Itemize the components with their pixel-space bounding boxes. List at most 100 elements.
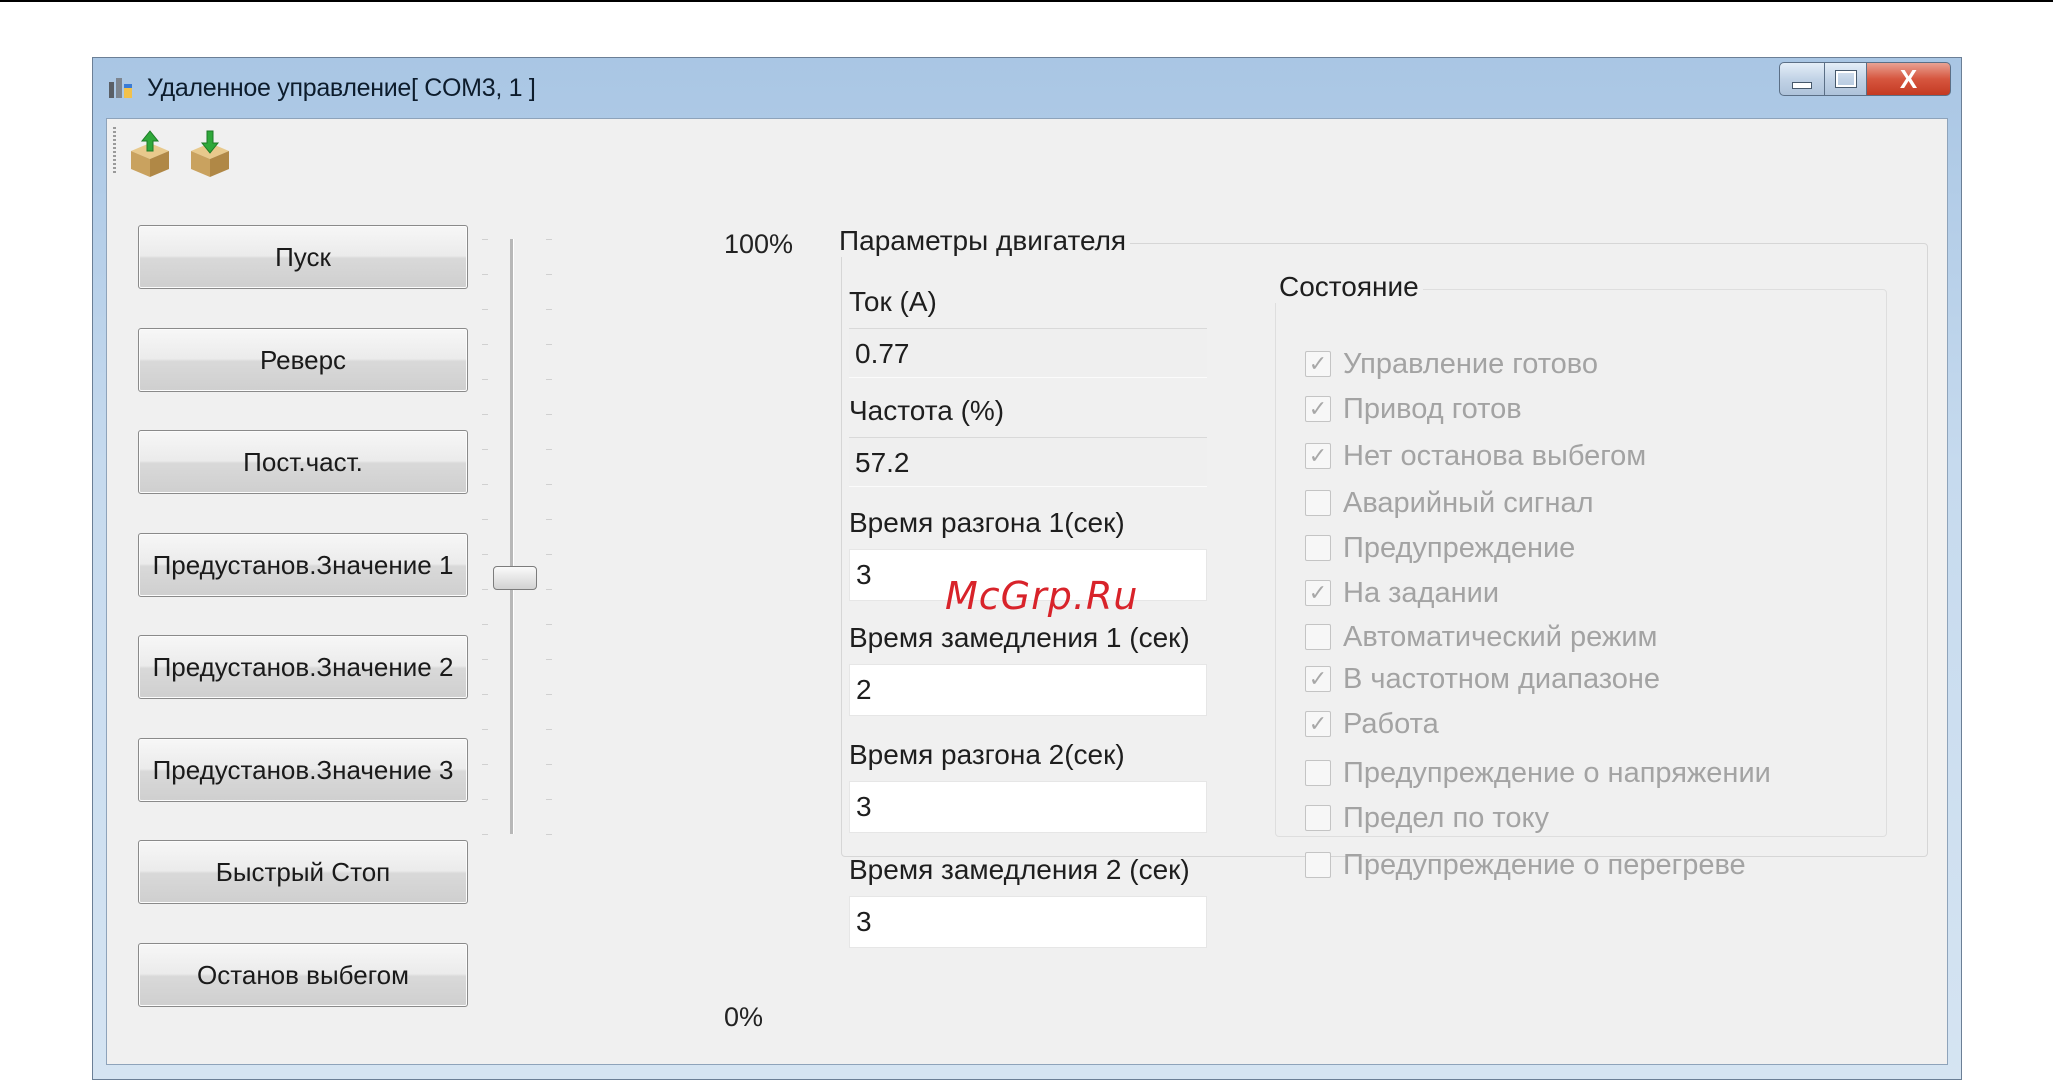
state-item-label: Предупреждение о перегреве xyxy=(1343,848,1746,881)
state-item[interactable]: ✓ Управление готово xyxy=(1305,347,1598,381)
checkbox-icon[interactable] xyxy=(1305,535,1331,561)
checkbox-icon[interactable] xyxy=(1305,852,1331,878)
state-item-label: Предупреждение о напряжении xyxy=(1343,756,1771,789)
maximize-button[interactable] xyxy=(1825,62,1867,96)
maximize-icon xyxy=(1834,70,1857,88)
checkbox-icon[interactable] xyxy=(1305,805,1331,831)
frequency-value: 57.2 xyxy=(849,437,1207,487)
state-item-label: В частотном диапазоне xyxy=(1343,662,1661,695)
preset-value-1-button[interactable]: Предустанов.Значение 1 xyxy=(138,533,468,597)
state-item[interactable]: Предупреждение о напряжении xyxy=(1305,756,1771,790)
slider-tick xyxy=(482,519,488,520)
checkbox-icon[interactable] xyxy=(1305,624,1331,650)
box-download-icon[interactable] xyxy=(125,129,175,179)
accel-time-1-label: Время разгона 1(сек) xyxy=(849,507,1125,538)
slider-tick xyxy=(482,834,488,835)
quick-stop-button[interactable]: Быстрый Стоп xyxy=(138,840,468,904)
slider-tick xyxy=(482,554,488,555)
slider-tick xyxy=(482,624,488,625)
state-item[interactable]: ✓ В частотном диапазоне xyxy=(1305,662,1660,696)
slider-tick xyxy=(546,414,552,415)
preset-value-2-button[interactable]: Предустанов.Значение 2 xyxy=(138,635,468,699)
reverse-button[interactable]: Реверс xyxy=(138,328,468,392)
state-item[interactable]: Предупреждение о перегреве xyxy=(1305,848,1746,882)
slider-tick xyxy=(546,309,552,310)
minimize-button[interactable] xyxy=(1779,62,1825,96)
title-bar[interactable]: Удаленное управление[ COM3, 1 ] X xyxy=(93,58,1961,118)
close-icon: X xyxy=(1899,63,1918,94)
state-item[interactable]: ✓ Привод готов xyxy=(1305,392,1522,426)
slider-thumb[interactable] xyxy=(493,566,537,590)
slider-tick xyxy=(546,484,552,485)
slider-tick xyxy=(482,344,488,345)
motor-params-title: Параметры двигателя xyxy=(835,225,1131,257)
decel-time-2-label: Время замедления 2 (сек) xyxy=(849,854,1190,885)
slider-tick xyxy=(546,239,552,240)
state-item[interactable]: ✓ Нет останова выбегом xyxy=(1305,439,1646,473)
state-item[interactable]: Аварийный сигнал xyxy=(1305,486,1594,520)
checked-checkbox-icon[interactable]: ✓ xyxy=(1305,396,1331,422)
checked-checkbox-icon[interactable]: ✓ xyxy=(1305,666,1331,692)
state-item[interactable]: Предел по току xyxy=(1305,801,1549,835)
slider-tick xyxy=(546,659,552,660)
close-button[interactable]: X xyxy=(1867,62,1951,96)
slider-tick xyxy=(482,449,488,450)
slider-tick xyxy=(546,799,552,800)
state-item[interactable]: Предупреждение xyxy=(1305,531,1575,565)
slider-tick xyxy=(482,589,488,590)
slider-tick xyxy=(546,554,552,555)
remote-control-window: Удаленное управление[ COM3, 1 ] X Пуск Р… xyxy=(92,57,1962,1080)
slider-tick xyxy=(546,694,552,695)
caption-buttons: X xyxy=(1779,62,1951,98)
accel-time-2-input[interactable]: 3 xyxy=(849,781,1207,833)
preset-value-3-button[interactable]: Предустанов.Значение 3 xyxy=(138,738,468,802)
state-item-label: Аварийный сигнал xyxy=(1343,486,1594,519)
slider-tick xyxy=(482,729,488,730)
checked-checkbox-icon[interactable]: ✓ xyxy=(1305,580,1331,606)
slider-tick xyxy=(482,414,488,415)
decel-time-1-label: Время замедления 1 (сек) xyxy=(849,622,1190,653)
state-item[interactable]: Автоматический режим xyxy=(1305,620,1657,654)
start-button[interactable]: Пуск xyxy=(138,225,468,289)
state-item[interactable]: ✓ На задании xyxy=(1305,576,1499,610)
decel-time-1-input[interactable]: 2 xyxy=(849,664,1207,716)
toolbar-grip[interactable] xyxy=(113,127,116,173)
coast-stop-button[interactable]: Останов выбегом xyxy=(138,943,468,1007)
slider-track[interactable] xyxy=(510,239,514,834)
slider-min-label: 0% xyxy=(724,1002,764,1032)
checkbox-icon[interactable] xyxy=(1305,760,1331,786)
slider-tick xyxy=(482,694,488,695)
box-upload-icon[interactable] xyxy=(185,129,235,179)
checked-checkbox-icon[interactable]: ✓ xyxy=(1305,443,1331,469)
slider-max-label: 100% xyxy=(724,229,794,259)
checked-checkbox-icon[interactable]: ✓ xyxy=(1305,711,1331,737)
frequency-label: Частота (%) xyxy=(849,395,1005,426)
top-border-line xyxy=(0,0,2053,2)
watermark: McGrp.Ru xyxy=(945,574,1139,618)
slider-tick xyxy=(482,764,488,765)
state-item-label: Нет останова выбегом xyxy=(1343,439,1647,472)
slider-tick xyxy=(546,589,552,590)
slider-tick xyxy=(546,379,552,380)
slider-tick xyxy=(482,379,488,380)
checkbox-icon[interactable] xyxy=(1305,490,1331,516)
slider-tick xyxy=(546,449,552,450)
state-item-label: Предел по току xyxy=(1343,801,1550,834)
minimize-icon xyxy=(1792,81,1812,89)
frequency-slider[interactable] xyxy=(472,239,672,859)
state-item-label: Работа xyxy=(1343,707,1439,740)
slider-tick xyxy=(546,274,552,275)
state-item-label: Привод готов xyxy=(1343,392,1522,425)
decel-time-2-input[interactable]: 3 xyxy=(849,896,1207,948)
slider-tick xyxy=(482,274,488,275)
state-item-label: На задании xyxy=(1343,576,1500,609)
slider-tick xyxy=(482,239,488,240)
state-item-label: Автоматический режим xyxy=(1343,620,1658,653)
slider-tick xyxy=(482,484,488,485)
constant-frequency-button[interactable]: Пост.част. xyxy=(138,430,468,494)
checked-checkbox-icon[interactable]: ✓ xyxy=(1305,351,1331,377)
slider-tick xyxy=(482,659,488,660)
slider-tick xyxy=(546,729,552,730)
slider-tick xyxy=(546,624,552,625)
state-item[interactable]: ✓ Работа xyxy=(1305,707,1439,741)
